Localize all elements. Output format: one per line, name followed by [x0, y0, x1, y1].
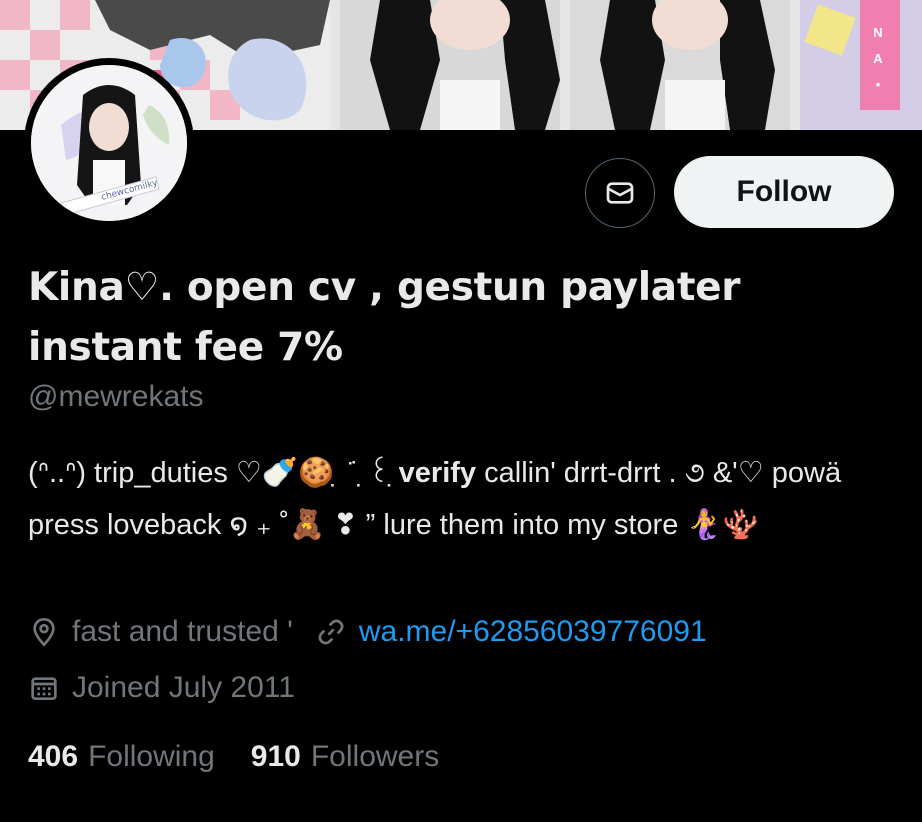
followers-label: Followers	[310, 740, 440, 773]
banner-letter: A	[873, 51, 883, 66]
followers-count: 910	[250, 740, 301, 773]
following-count: 406	[28, 740, 79, 773]
link-icon	[315, 616, 347, 648]
avatar-illustration: chewcomilky	[31, 65, 187, 221]
bio-text: (ᐢ..ᐢ) trip_duties ♡🍼🍪 ̣ ̇˙ ̣꒰ ̣	[28, 457, 399, 489]
joined-row: Joined July 2011	[28, 671, 295, 705]
banner-side-text: N A •	[868, 20, 888, 98]
bio-verify-text: verify	[398, 457, 477, 489]
banner-letter: N	[873, 25, 883, 40]
username-handle: @mewrekats	[28, 380, 204, 413]
banner-letter: •	[875, 77, 881, 92]
follow-button[interactable]: Follow	[674, 156, 894, 228]
calendar-icon	[28, 672, 60, 704]
location-text: fast and trusted '	[72, 615, 293, 648]
profile-stats: 406 Following 910 Followers	[28, 740, 439, 774]
location-pin-icon	[28, 616, 60, 648]
profile-meta-row: fast and trusted ' wa.me/+62856039776091	[28, 615, 707, 649]
following-stat[interactable]: 406 Following	[28, 740, 215, 774]
profile-link[interactable]: wa.me/+62856039776091	[359, 615, 707, 649]
display-name: Kina♡. open cv , gestun paylater instant…	[28, 265, 741, 370]
profile-bio: (ᐢ..ᐢ) trip_duties ♡🍼🍪 ̣ ̇˙ ̣꒰ ̣verify c…	[28, 447, 908, 551]
message-button[interactable]	[585, 158, 655, 228]
followers-stat[interactable]: 910 Followers	[251, 740, 439, 774]
profile-avatar[interactable]: chewcomilky	[24, 58, 194, 228]
avatar-image: chewcomilky	[31, 65, 187, 221]
joined-date: Joined July 2011	[72, 671, 295, 704]
envelope-icon	[606, 182, 634, 204]
following-label: Following	[88, 740, 215, 773]
